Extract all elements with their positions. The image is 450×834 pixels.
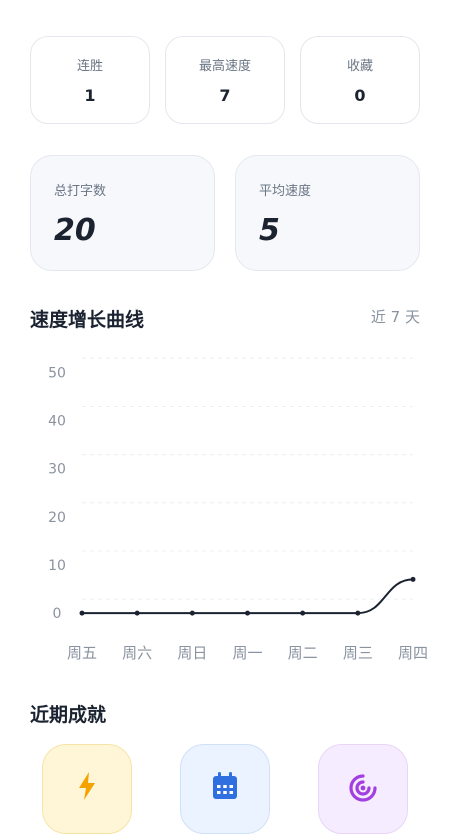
chart-section-title: 速度增长曲线 xyxy=(30,309,145,331)
series-line xyxy=(81,578,414,615)
avg-speed-value: 5 xyxy=(259,213,280,248)
y-tick-label: 50 xyxy=(48,365,66,381)
stat-label: 最高速度 xyxy=(198,59,251,74)
x-tick-label: 周四 xyxy=(398,644,428,662)
achievement-badge-target[interactable] xyxy=(318,744,408,834)
total-chars-value: 20 xyxy=(54,213,96,248)
x-tick-label: 周六 xyxy=(122,644,152,662)
x-tick-label: 周日 xyxy=(177,644,207,662)
total-chars-label: 总打字数 xyxy=(54,184,107,199)
stat-label: 收藏 xyxy=(346,59,373,74)
achievements-title: 近期成就 xyxy=(30,704,107,726)
x-tick-label: 周一 xyxy=(232,644,262,662)
stat-value: 1 xyxy=(84,86,96,105)
y-tick-label: 30 xyxy=(48,462,66,478)
chart-range-label[interactable]: 近 7 天 xyxy=(371,306,420,327)
avg-speed-label: 平均速度 xyxy=(259,184,312,199)
data-point xyxy=(410,576,416,582)
y-tick-label: 20 xyxy=(48,510,66,526)
data-point xyxy=(79,610,85,616)
stat-value: 0 xyxy=(354,86,366,105)
stat-value: 7 xyxy=(219,86,231,105)
data-point xyxy=(300,610,306,616)
stat-label: 连胜 xyxy=(76,59,103,74)
stat-card-streak: 连胜 1 xyxy=(30,36,150,124)
calendar-icon xyxy=(213,772,237,799)
y-tick-label: 40 xyxy=(48,413,66,429)
achievement-badge-lightning[interactable] xyxy=(42,744,132,834)
x-tick-label: 周五 xyxy=(67,644,97,662)
avg-speed-card: 平均速度 5 xyxy=(235,155,420,271)
totals-row: 总打字数 20 平均速度 5 xyxy=(30,155,420,271)
total-chars-card: 总打字数 20 xyxy=(30,155,215,271)
achievements-row xyxy=(42,744,408,834)
data-point xyxy=(134,610,140,616)
achievement-badge-calendar[interactable] xyxy=(180,744,270,834)
data-point xyxy=(245,610,250,616)
x-tick-label: 周二 xyxy=(288,644,318,662)
lightning-icon xyxy=(79,772,95,800)
stat-card-top-speed: 最高速度 7 xyxy=(165,36,285,124)
data-point xyxy=(189,610,195,616)
data-point xyxy=(355,610,361,616)
y-tick-label: 10 xyxy=(48,558,66,574)
y-tick-label: 0 xyxy=(53,606,62,622)
x-tick-label: 周三 xyxy=(343,644,373,662)
speed-chart: 0 10 20 30 40 50 周五 周六 周日 周一 周二 周三 周四 xyxy=(48,357,428,662)
stats-row: 连胜 1 最高速度 7 收藏 0 xyxy=(30,36,420,124)
stat-card-favorites: 收藏 0 xyxy=(300,36,420,124)
